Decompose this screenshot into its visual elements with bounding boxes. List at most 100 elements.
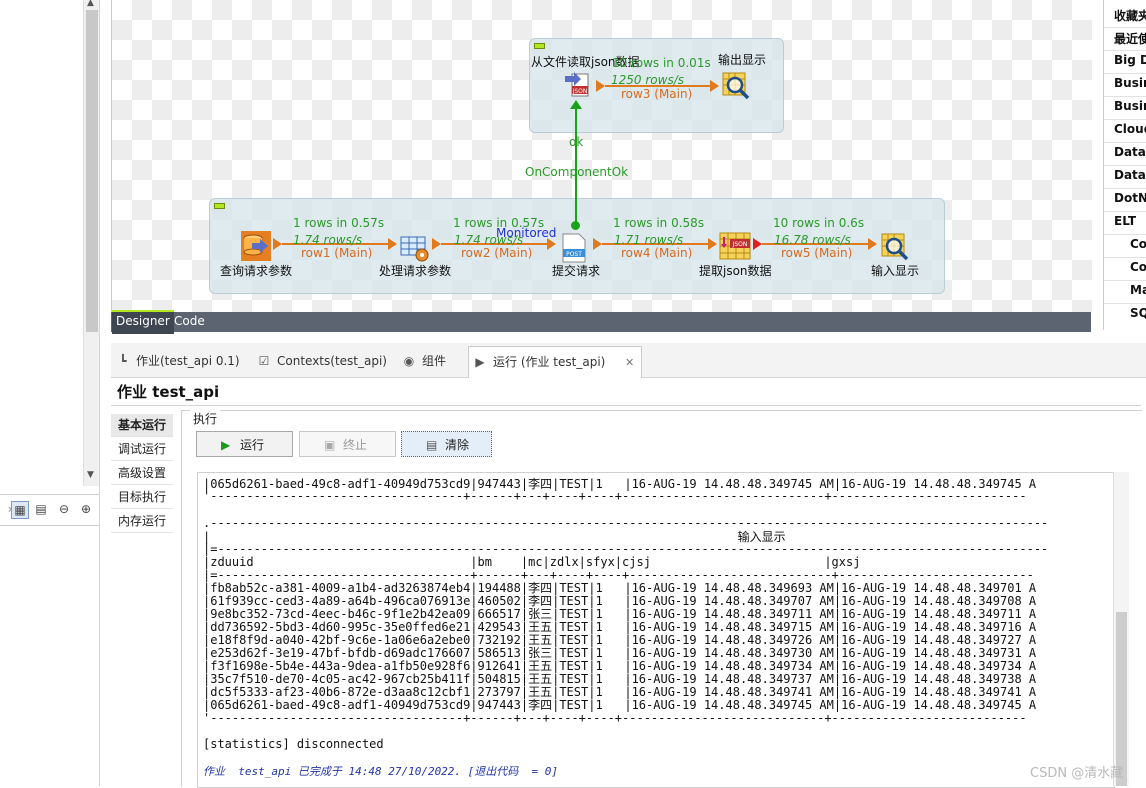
input-port[interactable] [388, 238, 397, 250]
expand-icon[interactable]: ⊕ [78, 501, 94, 517]
tab-job[interactable]: ┗ 作业(test_api 0.1) [116, 351, 240, 371]
link-label[interactable]: row2 (Main) [461, 246, 532, 260]
palette-divider [1104, 303, 1146, 304]
palette-subitem[interactable]: SQ [1130, 306, 1146, 320]
output-port[interactable] [596, 80, 605, 92]
palette-icon: ◉ [403, 354, 415, 368]
side-tab-basic-run[interactable]: 基本运行 [111, 414, 173, 437]
component-label: 输入显示 [871, 264, 920, 278]
clear-button[interactable]: ▤ 清除 [401, 431, 492, 457]
button-label: 运行 [240, 438, 265, 452]
run-button[interactable]: ▶ 运行 [196, 431, 293, 457]
palette-item[interactable]: Busin [1114, 76, 1146, 90]
left-toolbar: › ▦ ▤ ⊖ ⊕ [0, 494, 100, 526]
tab-run[interactable]: ▶ 运行 (作业 test_api) ✕ [468, 346, 642, 378]
scroll-thumb[interactable] [1116, 612, 1127, 786]
palette-divider [1104, 73, 1146, 74]
designer-canvas[interactable]: JSON 从文件读取json数据 输出显示 10 rows in 0.01s 1… [111, 0, 1092, 312]
link-label[interactable]: row5 (Main) [781, 246, 852, 260]
side-tab-target-exec[interactable]: 目标执行 [111, 486, 173, 509]
palette-item[interactable]: DotN [1114, 191, 1146, 205]
palette-item[interactable]: 收藏夹 [1114, 7, 1146, 24]
watermark: CSDN @清水藏 [1030, 766, 1124, 781]
run-tab-icon: ▶ [475, 355, 485, 369]
stop-button[interactable]: ▣ 终止 [299, 431, 396, 457]
close-icon[interactable]: ✕ [625, 356, 634, 369]
extract-json-component[interactable]: JSON [718, 229, 752, 263]
palette-divider [1104, 119, 1146, 120]
link-label[interactable]: row4 (Main) [621, 246, 692, 260]
button-label: 清除 [445, 438, 470, 452]
json-file-input-component[interactable]: JSON [563, 68, 597, 102]
link-rate: 1.71 rows/s [614, 233, 684, 247]
scroll-up-icon[interactable]: ▲ [87, 0, 94, 8]
console-scrollbar[interactable] [1113, 472, 1129, 786]
svg-text:JSON: JSON [732, 241, 748, 248]
side-tab-memory-run[interactable]: 内存运行 [111, 510, 173, 533]
side-tab-advanced-settings[interactable]: 高级设置 [111, 462, 173, 485]
log-row-component[interactable] [879, 231, 913, 265]
tab-designer[interactable]: Designer [112, 310, 174, 334]
clear-icon: ▤ [426, 438, 438, 452]
palette-subitem[interactable]: Co [1130, 260, 1146, 274]
tab-components[interactable]: ◉ 组件 [402, 351, 446, 371]
left-scrollbar[interactable]: ▲ ▼ [83, 0, 100, 486]
link-label[interactable]: row3 (Main) [621, 87, 692, 101]
scroll-thumb[interactable] [86, 10, 98, 332]
db-input-component[interactable] [239, 229, 273, 263]
job-icon: ┗ [119, 354, 127, 368]
tab-contexts[interactable]: ☑ Contexts(test_api) [257, 351, 387, 371]
java-row-component[interactable] [398, 231, 432, 265]
output-port[interactable] [432, 238, 441, 250]
tree-view-icon[interactable]: ▦ [11, 501, 29, 519]
rest-client-component[interactable]: POST [557, 231, 591, 265]
subjob-collapse-icon[interactable] [534, 43, 545, 49]
palette-item[interactable]: Data [1114, 145, 1146, 159]
scroll-down-icon[interactable]: ▼ [87, 470, 94, 480]
stop-icon: ▣ [324, 438, 336, 452]
input-port[interactable] [868, 238, 877, 250]
trigger-arrow-icon [570, 100, 582, 109]
side-tab-debug-run[interactable]: 调试运行 [111, 438, 173, 461]
palette-item[interactable]: 最近使 [1114, 30, 1146, 47]
tab-code[interactable]: Code [170, 312, 209, 332]
palette-subitem[interactable]: Co [1130, 237, 1146, 251]
palette-divider [1104, 142, 1146, 143]
page-title: 作业 test_api [117, 383, 220, 401]
input-port[interactable] [710, 80, 719, 92]
palette-item[interactable]: ELT [1114, 214, 1136, 228]
palette-subitem[interactable]: Ma [1130, 283, 1146, 297]
link-label[interactable]: row1 (Main) [301, 246, 372, 260]
palette-item[interactable]: DataI [1114, 168, 1146, 182]
link-stat: 10 rows in 0.01s [612, 56, 711, 70]
input-port[interactable] [547, 238, 556, 250]
link-stat: 1 rows in 0.57s [453, 216, 545, 230]
palette-divider [1104, 27, 1146, 28]
palette-panel: 收藏夹 最近使 Big D Busin Busin Cloud Data Dat… [1103, 0, 1146, 330]
tab-label: 运行 (作业 test_api) [493, 355, 606, 369]
input-port[interactable] [708, 238, 717, 250]
play-icon: ▶ [221, 438, 231, 452]
output-port[interactable] [753, 238, 762, 250]
palette-divider [1104, 211, 1146, 212]
subjob-collapse-icon[interactable] [214, 203, 225, 209]
palette-item[interactable]: Big D [1114, 53, 1146, 67]
component-label: 查询请求参数 [220, 264, 293, 278]
trigger-label[interactable]: OnComponentOk [525, 165, 628, 179]
palette-divider [1104, 165, 1146, 166]
palette-item[interactable]: Busin [1114, 99, 1146, 113]
log-row-component[interactable] [720, 70, 754, 104]
output-port[interactable] [273, 238, 282, 250]
palette-item[interactable]: Cloud [1114, 122, 1146, 136]
link-rate: 1.74 rows/s [293, 233, 363, 247]
run-mode-tabs: 基本运行 调试运行 高级设置 目标执行 内存运行 [111, 414, 173, 786]
palette-divider [1104, 257, 1146, 258]
output-port[interactable] [593, 238, 602, 250]
list-view-icon[interactable]: ▤ [33, 501, 49, 517]
tab-label: 作业(test_api 0.1) [136, 354, 240, 368]
collapse-icon[interactable]: ⊖ [56, 501, 72, 517]
divider [111, 405, 1141, 406]
panel-divider [99, 0, 100, 786]
tab-run-content: ▶ 运行 (作业 test_api) [473, 352, 605, 372]
console-line: '-----------------------------------+---… [203, 711, 1027, 725]
